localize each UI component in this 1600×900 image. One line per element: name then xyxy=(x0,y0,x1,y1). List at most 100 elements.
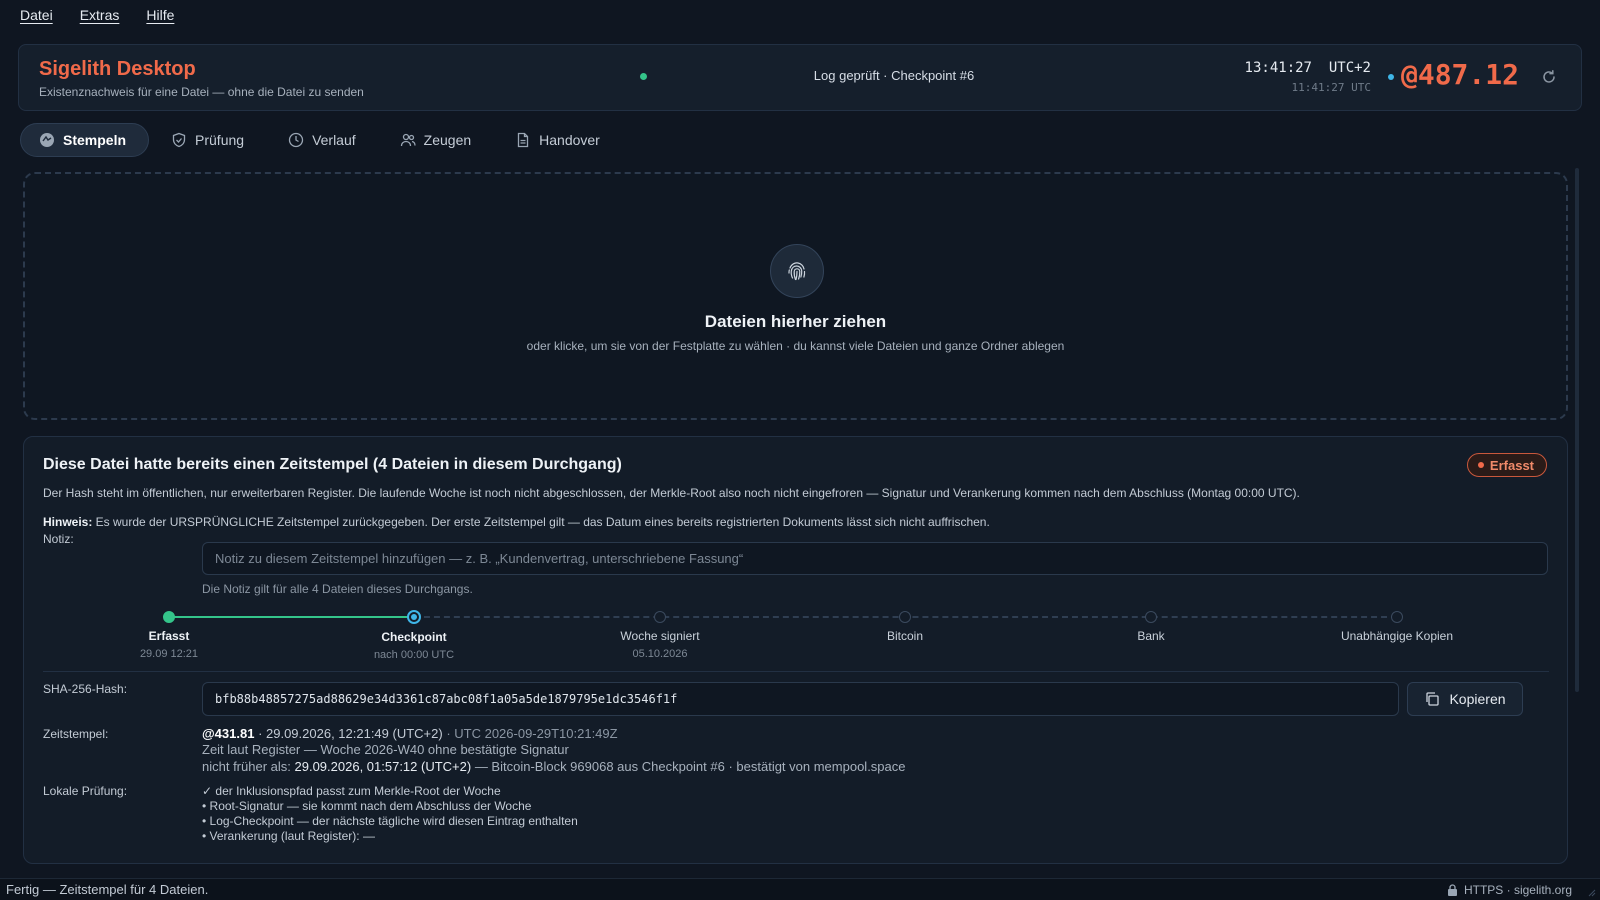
check-item: • Log-Checkpoint — der nächste tägliche … xyxy=(202,814,578,828)
tab-handover[interactable]: Handover xyxy=(497,123,622,157)
fingerprint-icon xyxy=(770,244,824,298)
statusbar: Fertig — Zeitstempel für 4 Dateien. HTTP… xyxy=(0,878,1600,900)
check-item: • Verankerung (laut Register): — xyxy=(202,829,375,843)
status-badge: Erfasst xyxy=(1466,453,1547,477)
main-tabs: Stempeln Prüfung Verlauf Zeugen Handover xyxy=(20,123,622,157)
result-hint: Hinweis: Es wurde der URSPRÜNGLICHE Zeit… xyxy=(43,515,990,529)
menu-extras[interactable]: Extras xyxy=(80,7,120,23)
local-check-label: Lokale Prüfung: xyxy=(43,784,128,798)
tab-verlauf[interactable]: Verlauf xyxy=(270,123,378,157)
app-title: Sigelith Desktop xyxy=(39,58,196,80)
check-item: • Root-Signatur — sie kommt nach dem Abs… xyxy=(202,799,532,813)
menu-help[interactable]: Hilfe xyxy=(146,7,174,23)
timestamp-result-card: Diese Datei hatte bereits einen Zeitstem… xyxy=(23,436,1568,864)
timestamp-local: · 29.09.2026, 12:21:49 (UTC+2) xyxy=(254,726,443,741)
file-dropzone[interactable]: Dateien hierher ziehen oder klicke, um s… xyxy=(23,172,1568,420)
clock-utc: 11:41:27 UTC xyxy=(1291,81,1371,94)
timeline-step-unabhaengige-kopien: Unabhängige Kopien xyxy=(1317,605,1477,643)
not-before-prefix: nicht früher als: xyxy=(202,759,295,774)
hint-label: Hinweis: xyxy=(43,515,93,529)
users-icon xyxy=(400,133,416,147)
internet-time-beat: @487.12 xyxy=(1400,58,1519,91)
timeline-label: Unabhängige Kopien xyxy=(1340,629,1454,643)
timeline-label: Bank xyxy=(1137,629,1165,643)
timestamp-not-before: nicht früher als: 29.09.2026, 01:57:12 (… xyxy=(202,759,906,774)
status-text: Fertig — Zeitstempel für 4 Dateien. xyxy=(6,882,209,897)
badge-dot xyxy=(1477,462,1484,468)
timeline-node xyxy=(163,611,175,623)
note-input[interactable] xyxy=(202,542,1548,575)
copy-hash-button[interactable]: Kopieren xyxy=(1407,682,1523,716)
local-check-list: ✓ der Inklusionspfad passt zum Merkle-Ro… xyxy=(202,784,578,844)
log-status-dot xyxy=(640,73,647,80)
timeline-node xyxy=(1145,611,1157,623)
timeline-node xyxy=(407,610,421,624)
tab-label: Zeugen xyxy=(423,132,472,148)
lock-icon xyxy=(1447,884,1457,896)
tab-pruefung[interactable]: Prüfung xyxy=(153,123,266,157)
not-before-value: 29.09.2026, 01:57:12 (UTC+2) xyxy=(294,759,472,774)
timestamp-label: Zeitstempel: xyxy=(43,727,109,741)
timestamp-register-note: Zeit laut Register — Woche 2026-W40 ohne… xyxy=(202,742,569,757)
result-description: Der Hash steht im öffentlichen, nur erwe… xyxy=(43,486,1300,500)
timeline-sub: nach 00:00 UTC xyxy=(373,649,455,661)
tab-label: Stempeln xyxy=(63,132,127,148)
stamp-icon xyxy=(40,133,54,147)
beat-dot xyxy=(1388,74,1394,80)
result-title: Diese Datei hatte bereits einen Zeitstem… xyxy=(43,456,622,473)
timeline-node xyxy=(899,611,911,623)
app-header: Sigelith Desktop Existenznachweis für ei… xyxy=(18,44,1582,111)
tab-label: Prüfung xyxy=(195,132,245,148)
connection-label: HTTPS · sigelith.org xyxy=(1463,883,1572,897)
hint-text: Es wurde der URSPRÜNGLICHE Zeitstempel z… xyxy=(92,515,990,529)
dropzone-title: Dateien hierher ziehen xyxy=(704,312,887,331)
clock-local: 13:41:27 UTC+2 xyxy=(1245,60,1371,76)
log-status: Log geprüft · Checkpoint #6 xyxy=(813,68,975,83)
hash-label: SHA-256-Hash: xyxy=(43,682,128,696)
timestamp-beat: @431.81 xyxy=(202,726,255,741)
timeline-step-erfasst: Erfasst 29.09 12:21 xyxy=(89,605,249,660)
timeline-sub: 05.10.2026 xyxy=(632,648,688,660)
check-item: ✓ der Inklusionspfad passt zum Merkle-Ro… xyxy=(202,784,501,798)
resize-grip-icon[interactable] xyxy=(1586,887,1596,897)
section-divider xyxy=(43,671,1549,672)
connection-status: HTTPS · sigelith.org xyxy=(1447,883,1572,897)
shield-icon xyxy=(172,132,186,148)
tab-label: Handover xyxy=(539,132,600,148)
timeline-sub: 29.09 12:21 xyxy=(139,648,199,660)
hash-field[interactable]: bfb88b48857275ad88629e34d3361c87abc08f1a… xyxy=(202,682,1399,716)
not-before-suffix: — Bitcoin-Block 969068 aus Checkpoint #6… xyxy=(471,759,906,774)
note-help: Die Notiz gilt für alle 4 Dateien dieses… xyxy=(202,582,473,596)
progress-timeline: Erfasst 29.09 12:21 Checkpoint nach 00:0… xyxy=(24,605,1567,665)
copy-icon xyxy=(1426,692,1440,706)
refresh-button[interactable] xyxy=(1540,68,1558,86)
dropzone-subtitle: oder klicke, um sie von der Festplatte z… xyxy=(526,339,1065,353)
note-label: Notiz: xyxy=(43,532,74,546)
timeline-step-bitcoin: Bitcoin xyxy=(825,605,985,643)
timeline-label: Woche signiert xyxy=(620,629,700,643)
refresh-icon xyxy=(1543,70,1555,83)
clock-local-time: 13:41:27 xyxy=(1244,60,1312,76)
document-icon xyxy=(517,132,529,148)
copy-label: Kopieren xyxy=(1449,691,1506,707)
badge-label: Erfasst xyxy=(1489,457,1534,473)
timeline-label: Bitcoin xyxy=(886,629,924,643)
timeline-node xyxy=(654,611,666,623)
timeline-step-bank: Bank xyxy=(1071,605,1231,643)
timeline-node xyxy=(1391,611,1403,623)
tab-label: Verlauf xyxy=(312,132,356,148)
timestamp-value: @431.81 · 29.09.2026, 12:21:49 (UTC+2) ·… xyxy=(202,726,618,741)
app-subtitle: Existenznachweis für eine Datei — ohne d… xyxy=(39,85,364,99)
clock-timezone: UTC+2 xyxy=(1328,60,1371,76)
tab-zeugen[interactable]: Zeugen xyxy=(382,123,493,157)
menubar: Datei Extras Hilfe xyxy=(0,0,1600,30)
clock-icon xyxy=(288,132,304,148)
timestamp-utc: · UTC 2026-09-29T10:21:49Z xyxy=(442,726,618,741)
scrollbar[interactable] xyxy=(1575,168,1579,692)
timeline-label: Erfasst xyxy=(148,629,190,643)
timeline-step-checkpoint: Checkpoint nach 00:00 UTC xyxy=(334,605,494,661)
menu-file[interactable]: Datei xyxy=(20,7,53,23)
tab-stempeln[interactable]: Stempeln xyxy=(20,123,150,157)
timeline-step-woche-signiert: Woche signiert 05.10.2026 xyxy=(580,605,740,660)
timeline-label: Checkpoint xyxy=(381,630,447,644)
